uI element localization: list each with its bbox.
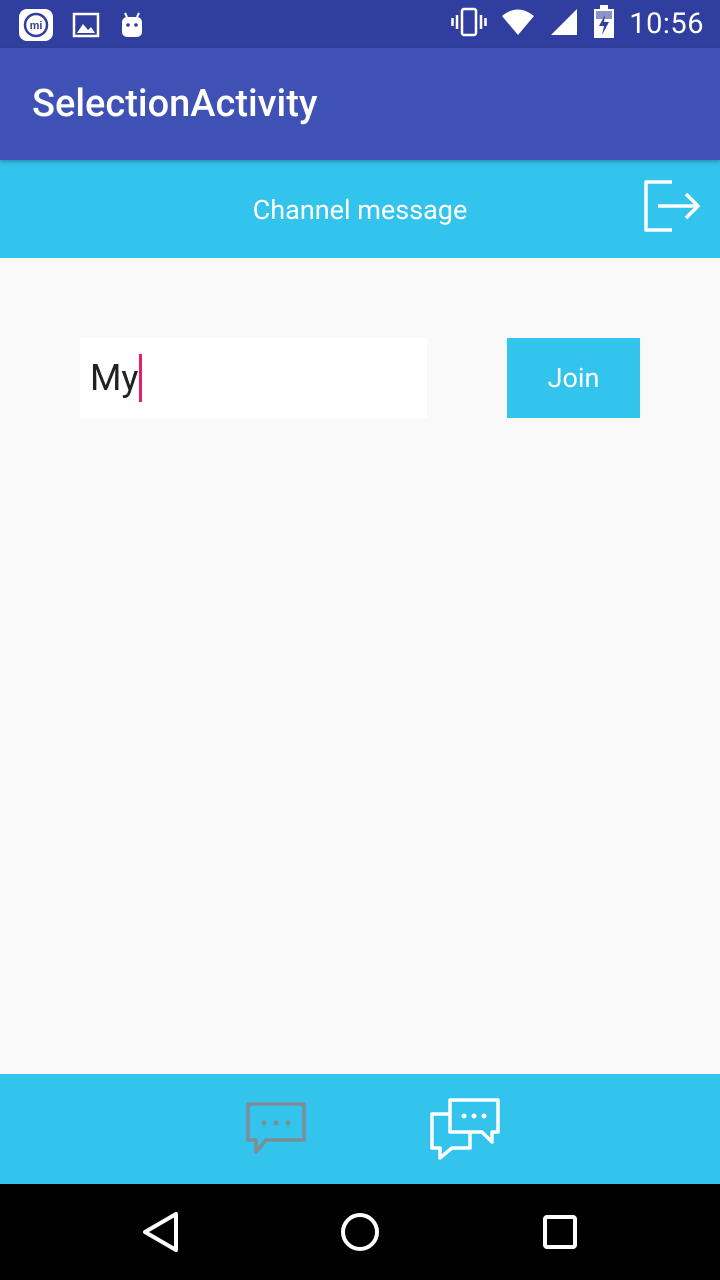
android-icon [118, 11, 146, 43]
nav-home-button[interactable] [338, 1210, 382, 1254]
nav-recents-button[interactable] [540, 1212, 580, 1252]
mi-icon: mi [18, 8, 54, 46]
nav-back-button[interactable] [138, 1208, 184, 1256]
chat-bubble-icon [240, 1102, 312, 1166]
channel-header: Channel message [0, 160, 720, 258]
wifi-icon [501, 8, 535, 40]
chat-bubbles-icon [426, 1098, 506, 1168]
text-cursor [139, 354, 143, 402]
vibrate-icon [451, 7, 488, 41]
bottom-tab-bar [0, 1074, 720, 1184]
signal-icon [549, 7, 579, 41]
battery-charging-icon [593, 5, 615, 43]
home-circle-icon [338, 1213, 382, 1258]
page-title: SelectionActivity [32, 82, 318, 126]
tab-group-chat[interactable] [426, 1094, 506, 1164]
app-bar: SelectionActivity [0, 48, 720, 160]
recents-square-icon [540, 1215, 580, 1256]
channel-header-label: Channel message [252, 194, 468, 226]
status-bar: mi 10:56 [0, 0, 720, 48]
channel-name-input-value: My [90, 357, 139, 399]
channel-name-input[interactable]: My [80, 338, 427, 418]
logout-button[interactable] [640, 176, 706, 236]
image-icon [72, 11, 100, 43]
join-button[interactable]: Join [507, 338, 640, 418]
tab-chat[interactable] [240, 1096, 312, 1162]
status-time: 10:56 [629, 7, 704, 41]
back-triangle-icon [138, 1212, 184, 1260]
svg-text:mi: mi [30, 20, 43, 32]
logout-icon [640, 180, 706, 240]
